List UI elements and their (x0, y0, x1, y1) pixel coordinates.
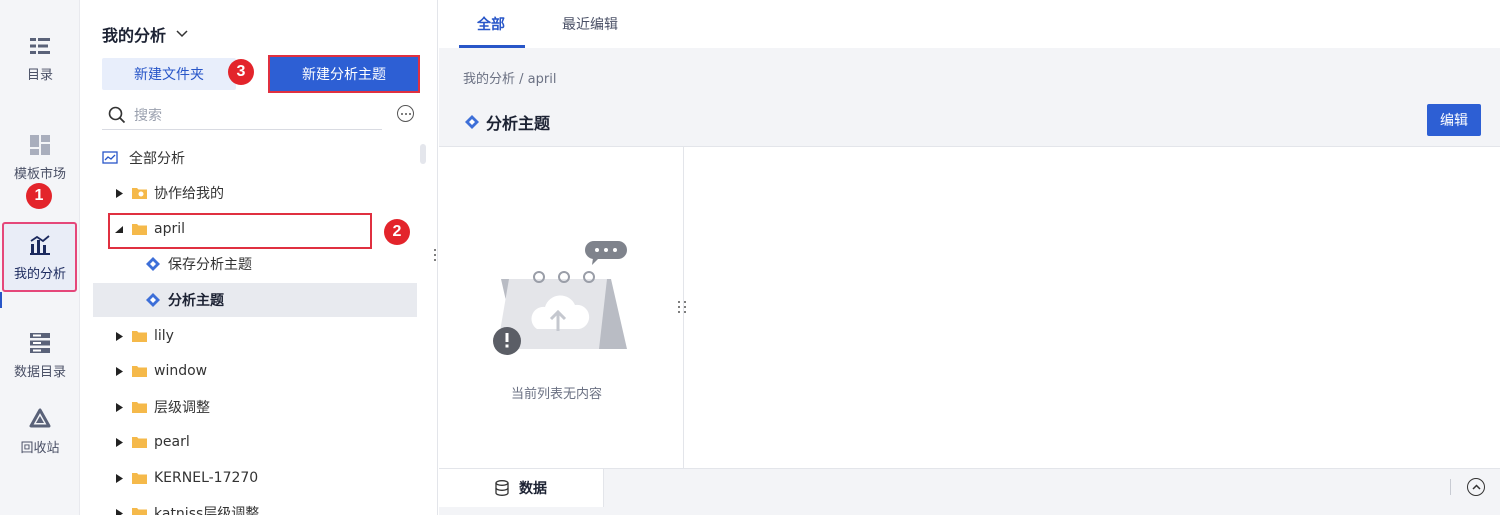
main-content: 我的分析 / april 分析主题 编辑 当前列表无内容 (439, 48, 1500, 469)
april-highlight-box (108, 213, 372, 249)
breadcrumb[interactable]: 我的分析 / april (463, 68, 556, 87)
bottom-bar: 数据 (439, 468, 1500, 515)
rail-item-recycle-bin[interactable]: 回收站 (0, 407, 80, 456)
folder-icon (132, 508, 147, 515)
expand-arrow-icon[interactable] (114, 437, 124, 447)
tab-recent-edits[interactable]: 最近编辑 (562, 14, 618, 34)
rail-label-template-market: 模板市场 (13, 167, 66, 182)
chevron-up-icon[interactable] (1467, 478, 1485, 496)
empty-state-text: 当前列表无内容 (511, 387, 603, 402)
tree-row-folder-pearl[interactable]: pearl (114, 425, 438, 459)
tree-row-label: pearl (154, 434, 190, 450)
analysis-topic-icon (465, 115, 479, 129)
folder-icon (132, 366, 147, 377)
expand-arrow-icon[interactable] (114, 402, 124, 412)
chart-icon (102, 151, 118, 164)
rail-label-catalog: 目录 (26, 68, 53, 83)
tree-row-label: window (154, 363, 208, 379)
tree-row-folder-lily[interactable]: lily (114, 319, 438, 353)
folder-icon (132, 473, 147, 484)
edit-button[interactable]: 编辑 (1427, 104, 1481, 136)
rail-active-indicator (0, 292, 2, 308)
topic-canvas: 当前列表无内容 (439, 146, 1500, 469)
expand-arrow-icon[interactable] (114, 473, 124, 483)
new-folder-button[interactable]: 新建文件夹 (102, 58, 236, 90)
rail-label-data-catalog: 数据目录 (13, 365, 66, 380)
tree-row-label: 全部分析 (129, 151, 185, 167)
nav-rail: 目录 模板市场 我的分析 数据目录 回收站 (0, 0, 80, 515)
folder-icon (132, 331, 147, 342)
rail-item-catalog[interactable]: 目录 (0, 34, 80, 83)
tree-row-folder-katniss[interactable]: katniss层级调整 (114, 496, 438, 515)
tree-row-label: KERNEL-17270 (154, 470, 259, 486)
tree-row-label: 协作给我的 (154, 186, 224, 202)
data-tab[interactable]: 数据 (439, 469, 604, 507)
analysis-topic-icon (146, 257, 160, 271)
empty-calendar-illustration (493, 241, 627, 355)
database-icon (495, 480, 509, 496)
tree-title[interactable]: 我的分析 (102, 22, 188, 46)
search-input[interactable] (134, 106, 354, 123)
tree-row-topic-saved[interactable]: 保存分析主题 (146, 247, 470, 281)
expand-arrow-icon[interactable] (114, 508, 124, 515)
recycle-bin-icon (28, 407, 52, 431)
rail-label-my-analysis: 我的分析 (13, 267, 66, 282)
tree-row-topic-selected[interactable]: 分析主题 (93, 283, 417, 317)
template-market-icon (28, 133, 52, 157)
analysis-tree-panel: 我的分析 新建文件夹 3 新建分析主题 全部分析 协作给我的 april 保存分… (80, 0, 438, 515)
data-catalog-icon (28, 331, 52, 355)
tree-row-label: lily (154, 328, 174, 344)
step-badge-1: 1 (26, 183, 52, 209)
tree-row-label: 分析主题 (168, 293, 224, 309)
data-tab-label: 数据 (519, 481, 547, 497)
rail-item-data-catalog[interactable]: 数据目录 (0, 331, 80, 380)
top-tabs: 全部 最近编辑 (439, 0, 1500, 48)
tab-all[interactable]: 全部 (477, 14, 505, 34)
expand-arrow-icon[interactable] (114, 366, 124, 376)
rail-label-recycle-bin: 回收站 (20, 441, 60, 456)
folder-icon (132, 437, 147, 448)
column-resize-handle[interactable] (678, 301, 687, 313)
my-analysis-icon (28, 233, 52, 257)
page-title: 分析主题 (486, 114, 551, 133)
tree-row-label: 层级调整 (154, 400, 210, 416)
search-icon (108, 106, 126, 123)
tree-row-label: katniss层级调整 (154, 506, 260, 515)
step-badge-2: 2 (384, 219, 410, 245)
search-box (102, 100, 382, 130)
rail-item-template-market[interactable]: 模板市场 (0, 133, 80, 182)
chevron-down-icon (176, 30, 188, 38)
tree-row-all-analysis[interactable]: 全部分析 (102, 141, 426, 175)
tree-row-shared-with-me[interactable]: 协作给我的 (114, 176, 438, 210)
tree-row-folder-kernel[interactable]: KERNEL-17270 (114, 461, 438, 495)
new-analysis-topic-button[interactable]: 新建分析主题 (268, 55, 420, 93)
bottom-separator (1450, 479, 1451, 495)
tree-row-label: 保存分析主题 (168, 257, 252, 273)
more-options-icon[interactable] (397, 105, 414, 122)
expand-arrow-icon[interactable] (114, 188, 124, 198)
tree-row-folder-window[interactable]: window (114, 354, 438, 388)
tree-title-text: 我的分析 (102, 26, 167, 45)
analysis-topic-icon (146, 293, 160, 307)
tree-row-folder-hierarchy[interactable]: 层级调整 (114, 390, 438, 424)
topic-header: 分析主题 (465, 110, 550, 134)
catalog-icon (28, 34, 52, 58)
shared-folder-icon (132, 188, 147, 199)
rail-item-my-analysis[interactable]: 我的分析 (0, 233, 80, 282)
step-badge-3: 3 (228, 59, 254, 85)
folder-icon (132, 402, 147, 413)
expand-arrow-icon[interactable] (114, 331, 124, 341)
